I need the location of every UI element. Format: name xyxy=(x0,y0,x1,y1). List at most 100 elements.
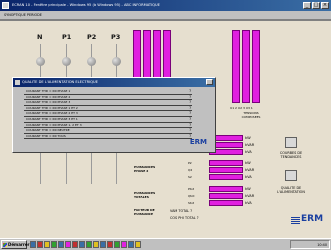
app-icon[interactable] xyxy=(128,241,134,248)
dialog-title: QUALITE DE L'ALIMENTATION ELECTRIQUE xyxy=(22,80,98,84)
erm-logo-mark xyxy=(291,217,300,224)
maximize-button[interactable]: □ xyxy=(312,2,320,9)
app-icon[interactable] xyxy=(121,241,127,248)
app-icon[interactable] xyxy=(44,241,50,248)
app-icon[interactable] xyxy=(37,241,43,248)
list-item-label: COURANT THD = INI PHASE 2 ET 3 xyxy=(26,111,78,116)
list-item-value: ? xyxy=(189,122,191,127)
trends-label[interactable]: COURBES DE TENDANCES xyxy=(271,151,311,159)
list-item-label: COURANT THD = INI PHASE 1 xyxy=(26,89,71,93)
system-tray[interactable]: 10:40 xyxy=(290,240,330,249)
list-item-value: ? xyxy=(189,94,191,99)
measure-bar xyxy=(209,174,243,180)
app-icon[interactable] xyxy=(86,241,92,248)
measure-tag: Q2 xyxy=(188,168,193,172)
measure-unit: kVA xyxy=(245,175,252,179)
phase-label-p1: P1 xyxy=(62,33,72,41)
dialog-list: COURANT THD = INI PHASE 1? COURANT THD =… xyxy=(24,89,192,140)
list-item-value: ? xyxy=(189,100,191,105)
start-button[interactable]: Démarrer xyxy=(1,240,30,249)
quality-icon[interactable] xyxy=(285,170,297,181)
dialog-close-button[interactable] xyxy=(206,79,213,85)
app-icon[interactable] xyxy=(58,241,64,248)
tensions-values: U1 2 U2 3 U3 1 xyxy=(230,106,253,110)
measure-bar xyxy=(209,200,243,206)
phase-node-n[interactable] xyxy=(36,57,45,66)
measure-unit: kW xyxy=(245,187,251,191)
menu-label[interactable]: SYNOPTIQUE PERIODE xyxy=(4,13,42,17)
measure-bar xyxy=(209,167,243,173)
dialog-icon xyxy=(15,80,20,85)
list-item-value: ? xyxy=(189,128,191,133)
measure-unit: kVAR xyxy=(245,168,255,172)
measure-tag: P2 xyxy=(188,161,192,165)
app-icon[interactable] xyxy=(65,241,71,248)
phase-label-n: N xyxy=(37,33,43,41)
phase-label-p2: P2 xyxy=(87,33,97,41)
windows-flag-icon xyxy=(3,243,7,247)
gauge-column xyxy=(252,30,260,103)
gauge-column xyxy=(242,30,250,103)
power-phase2-label: PUISSANCES PHASE 2 xyxy=(134,165,156,173)
vam-total: VAM TOTAL ? xyxy=(170,209,193,213)
list-item-label: COURANT THD = INI PHASE 1 ET 2 xyxy=(26,105,78,110)
app-icon[interactable] xyxy=(107,241,113,248)
app-icon[interactable] xyxy=(93,241,99,248)
list-item-value: ? xyxy=(189,116,191,121)
app-icon[interactable] xyxy=(72,241,78,248)
list-item-label: COURANT THD = INI PHASE 3 xyxy=(26,100,71,105)
app-icon xyxy=(2,2,9,9)
app-icon[interactable] xyxy=(100,241,106,248)
measure-bar xyxy=(209,186,243,192)
close-button[interactable]: × xyxy=(321,2,329,9)
app-icon[interactable] xyxy=(114,241,120,248)
measure-unit: kVAR xyxy=(245,194,255,198)
window-controls: _ □ × xyxy=(303,2,329,9)
list-item-label: COURANT THD = INI NEUTRE xyxy=(26,128,70,133)
list-item-value: ? xyxy=(189,111,191,116)
quick-launch xyxy=(30,241,141,248)
measure-tag: Stot xyxy=(188,201,195,205)
taskbar: Démarrer 10:40 xyxy=(0,238,331,250)
measure-unit: kVAR xyxy=(245,143,255,147)
power-total-label: PUISSANCES TOTALES xyxy=(134,191,156,199)
list-item-label: COURANT THD = INI PHASE 1, 2 ET 3 xyxy=(26,122,82,127)
app-icon[interactable] xyxy=(79,241,85,248)
window-title: ECRAN 10 - Fenêtre principale - Windows … xyxy=(12,3,160,7)
list-item[interactable]: COURANT THD = INI TOUS? xyxy=(24,134,192,140)
measure-tag: S2 xyxy=(188,175,192,179)
start-label: Démarrer xyxy=(8,242,30,247)
measure-unit: kVA xyxy=(245,150,252,154)
menu-bar[interactable]: SYNOPTIQUE PERIODE xyxy=(0,11,331,20)
measure-unit: kVA xyxy=(245,201,252,205)
cos-total: COS PHI TOTAL ? xyxy=(170,216,199,220)
clock: 10:40 xyxy=(317,243,327,247)
quality-label[interactable]: QUALITE DE L'ALIMENTATION xyxy=(271,186,311,194)
trends-chart-icon[interactable] xyxy=(285,137,297,148)
list-item-value: ? xyxy=(189,89,191,93)
measure-unit: kW xyxy=(245,161,251,165)
power-factor-label: FACTEUR DE PUISSANCE xyxy=(134,208,155,216)
list-item-label: COURANT THD = INI TOUS xyxy=(26,133,66,138)
phase-node-p2[interactable] xyxy=(87,57,96,66)
phase-node-p1[interactable] xyxy=(62,57,71,66)
app-icon[interactable] xyxy=(30,241,36,248)
dialog-titlebar: QUALITE DE L'ALIMENTATION ELECTRIQUE xyxy=(13,78,215,87)
measure-bar xyxy=(209,160,243,166)
phase-label-p3: P3 xyxy=(111,33,121,41)
measure-tag: Qtot xyxy=(188,194,195,198)
list-item-value: ? xyxy=(189,105,191,110)
minimize-button[interactable]: _ xyxy=(303,2,311,9)
measure-unit: kW xyxy=(245,136,251,140)
measure-tag: Ptot xyxy=(188,187,194,191)
gauge-column xyxy=(232,30,240,103)
window-titlebar: ECRAN 10 - Fenêtre principale - Windows … xyxy=(0,0,331,11)
phase-node-p3[interactable] xyxy=(112,57,121,66)
app-icon[interactable] xyxy=(51,241,57,248)
app-icon[interactable] xyxy=(135,241,141,248)
list-item-label: COURANT THD = INI PHASE 2 xyxy=(26,94,71,99)
dialog-erm-logo: ERM xyxy=(189,138,207,146)
quality-dialog: QUALITE DE L'ALIMENTATION ELECTRIQUE COU… xyxy=(12,77,216,153)
list-item-label: COURANT THD = INI PHASE 3 ET 1 xyxy=(26,116,78,121)
measure-bar xyxy=(209,193,243,199)
